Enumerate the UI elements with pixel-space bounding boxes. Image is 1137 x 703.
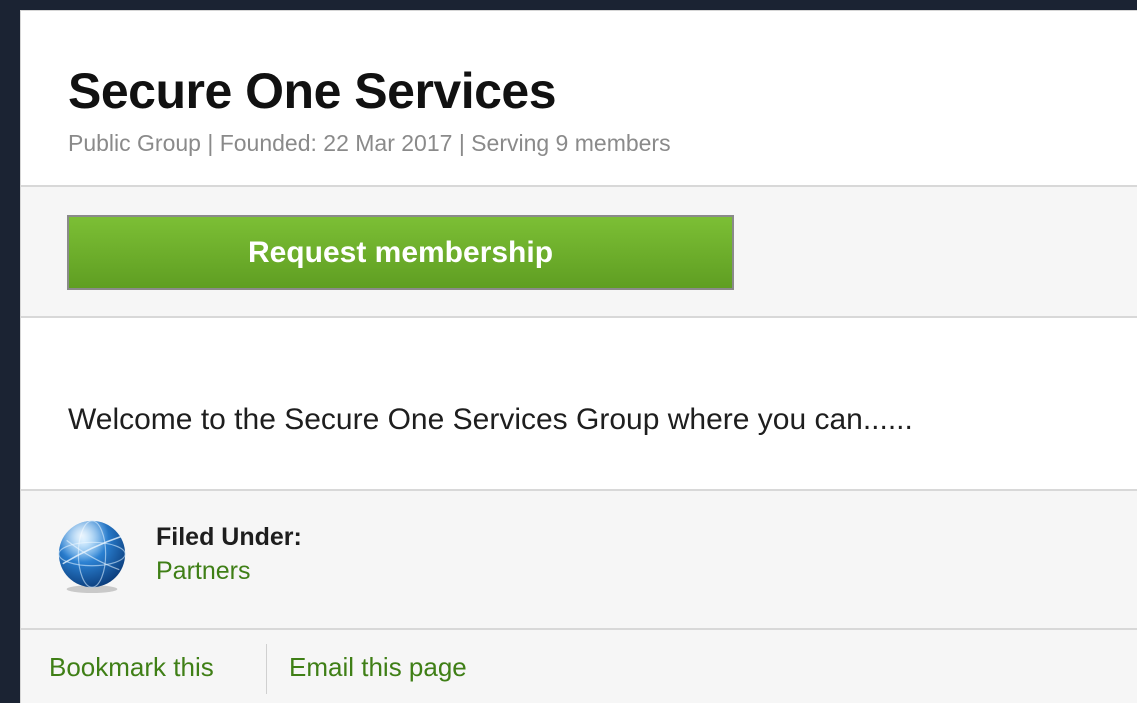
- description-text: Welcome to the Secure One Services Group…: [68, 403, 913, 436]
- globe-icon: [58, 520, 126, 594]
- footer-actions: Bookmark this Email this page: [21, 630, 1137, 703]
- filed-under-label: Filed Under:: [156, 523, 302, 551]
- footer-divider: [266, 644, 267, 694]
- action-bar: Request membership: [21, 187, 1137, 318]
- request-membership-button[interactable]: Request membership: [67, 215, 734, 290]
- group-panel: Secure One Services Public Group | Found…: [20, 10, 1137, 703]
- category-link-partners[interactable]: Partners: [156, 555, 250, 587]
- email-page-link[interactable]: Email this page: [289, 650, 467, 684]
- filed-under-section: Filed Under: Partners: [21, 491, 1137, 630]
- group-header: Secure One Services Public Group | Found…: [21, 11, 1137, 187]
- page-title: Secure One Services: [68, 63, 557, 119]
- group-description: Welcome to the Secure One Services Group…: [21, 318, 1137, 491]
- group-meta: Public Group | Founded: 22 Mar 2017 | Se…: [68, 130, 671, 156]
- bookmark-link[interactable]: Bookmark this: [49, 650, 214, 684]
